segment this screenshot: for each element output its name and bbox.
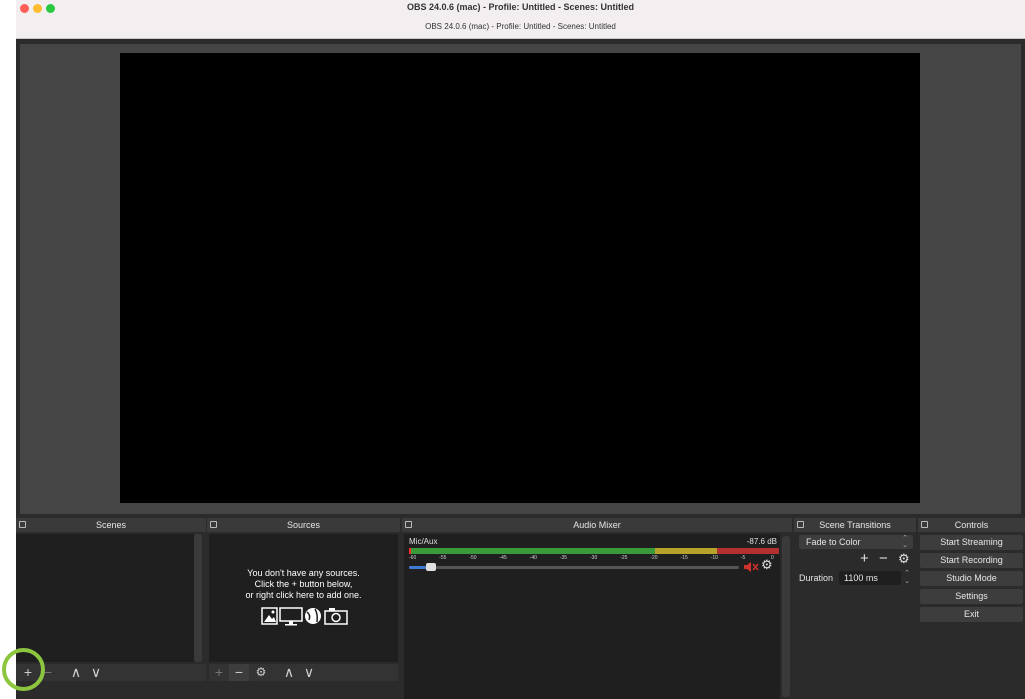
sources-empty-message: You don't have any sources. Click the + … — [209, 568, 398, 601]
meter-red-zone — [717, 548, 779, 554]
scene-transitions-dock: Scene Transitions Fade to Color ⌃ ⌄ + − ⚙… — [794, 518, 916, 699]
sources-empty-line-1: You don't have any sources. — [247, 568, 360, 578]
window-subtitle: OBS 24.0.6 (mac) - Profile: Untitled - S… — [425, 22, 616, 31]
move-source-down-button[interactable]: ∨ — [299, 664, 319, 681]
preview-area — [20, 44, 1021, 514]
scenes-dock-title: Scenes — [95, 520, 127, 530]
sources-dock-title: Sources — [286, 520, 321, 530]
controls-dock: Controls Start Streaming Start Recording… — [918, 518, 1025, 699]
audio-mixer-dock: Audio Mixer Mic/Aux -87.6 dB -60 -55 -50 -4… — [402, 518, 792, 699]
audio-mixer-panel: Mic/Aux -87.6 dB -60 -55 -50 -45 -40 -35 -30 -2… — [404, 534, 780, 699]
scene-transitions-header: Scene Transitions — [794, 518, 916, 532]
mixer-volume-slider[interactable] — [409, 563, 739, 571]
meter-tick-label: -50 — [469, 555, 477, 561]
meter-tick-label: -60 — [409, 555, 417, 561]
sources-dock: Sources You don't have any sources. Clic… — [207, 518, 400, 699]
sources-empty-line-2: Click the + button below, — [254, 579, 353, 589]
exit-button[interactable]: Exit — [920, 607, 1023, 622]
scenes-list[interactable] — [16, 534, 194, 662]
duration-input[interactable]: 1100 ms — [839, 571, 901, 585]
mixer-channel-level: -87.6 dB — [746, 537, 777, 546]
dock-float-icon[interactable] — [797, 521, 804, 528]
mixer-volume-meter — [409, 548, 779, 554]
volume-slider-handle[interactable] — [425, 563, 436, 571]
browser-source-icon — [305, 608, 321, 624]
move-source-up-button[interactable]: ∧ — [279, 664, 299, 681]
preview-canvas[interactable] — [120, 53, 920, 503]
dock-float-icon[interactable] — [921, 521, 928, 528]
remove-transition-button[interactable]: − — [879, 551, 893, 566]
studio-mode-button[interactable]: Studio Mode — [920, 571, 1023, 586]
source-properties-gear-icon[interactable]: ⚙ — [251, 664, 271, 681]
window-title: OBS 24.0.6 (mac) - Profile: Untitled - S… — [406, 2, 635, 12]
display-capture-icon — [279, 607, 303, 626]
meter-tick-label: -30 — [590, 555, 598, 561]
mute-speaker-icon[interactable] — [743, 560, 759, 572]
transition-select[interactable]: Fade to Color ⌃ ⌄ — [799, 535, 913, 549]
sources-empty-line-3: or right click here to add one. — [245, 590, 362, 600]
scene-transitions-title: Scene Transitions — [819, 520, 891, 530]
audio-mixer-title: Audio Mixer — [573, 520, 621, 530]
sources-list[interactable]: You don't have any sources. Click the + … — [209, 534, 398, 662]
meter-tick-label: -45 — [499, 555, 507, 561]
obs-main-window: Scenes + − ∧ ∨ Sources You don't have an… — [16, 39, 1025, 699]
highlight-circle — [2, 648, 45, 691]
meter-tick-label: -25 — [620, 555, 628, 561]
remove-source-button[interactable]: − — [229, 664, 249, 681]
meter-green-zone — [409, 548, 655, 554]
transition-properties-gear-icon[interactable]: ⚙ — [898, 552, 912, 566]
move-scene-down-button[interactable]: ∨ — [86, 664, 106, 681]
image-source-icon — [261, 607, 278, 625]
meter-peak — [409, 548, 411, 554]
dock-float-icon[interactable] — [210, 521, 217, 528]
duration-value: 1100 ms — [844, 573, 878, 583]
volume-slider-fill — [409, 566, 426, 569]
video-capture-icon — [324, 608, 348, 625]
transition-selected-value: Fade to Color — [806, 537, 861, 547]
meter-yellow-zone — [655, 548, 717, 554]
source-type-icons — [261, 606, 351, 626]
dock-float-icon[interactable] — [19, 521, 26, 528]
sources-toolbar: + − ⚙ ∧ ∨ — [209, 664, 398, 681]
mixer-meter-ticks: -60 -55 -50 -45 -40 -35 -30 -25 -20 -15 -10 -5 0 — [409, 555, 779, 563]
sources-dock-header: Sources — [207, 518, 400, 532]
audio-mixer-header: Audio Mixer — [402, 518, 792, 532]
duration-stepper-icon[interactable]: ⌃ ⌄ — [902, 570, 912, 586]
start-streaming-button[interactable]: Start Streaming — [920, 535, 1023, 550]
start-recording-button[interactable]: Start Recording — [920, 553, 1023, 568]
duration-label: Duration — [799, 573, 834, 583]
dock-float-icon[interactable] — [405, 521, 412, 528]
meter-tick-label: -40 — [529, 555, 537, 561]
scenes-scrollbar[interactable] — [194, 534, 202, 662]
meter-tick-label: -55 — [439, 555, 447, 561]
meter-tick-label: -15 — [680, 555, 688, 561]
mixer-settings-gear-icon[interactable]: ⚙ — [761, 558, 775, 572]
meter-tick-label: -20 — [650, 555, 658, 561]
meter-tick-label: -10 — [710, 555, 718, 561]
add-transition-button[interactable]: + — [860, 551, 874, 566]
mixer-channel-name: Mic/Aux — [409, 537, 438, 546]
meter-tick-label: -35 — [559, 555, 568, 561]
settings-button[interactable]: Settings — [920, 589, 1023, 604]
scenes-dock-header: Scenes — [16, 518, 206, 532]
controls-title: Controls — [954, 520, 989, 530]
add-source-button[interactable]: + — [209, 664, 229, 681]
title-bar: OBS 24.0.6 (mac) - Profile: Untitled - S… — [16, 0, 1025, 39]
move-scene-up-button[interactable]: ∧ — [66, 664, 86, 681]
mixer-scrollbar[interactable] — [782, 536, 790, 697]
controls-header: Controls — [918, 518, 1025, 532]
select-arrows-icon: ⌃ ⌄ — [902, 535, 908, 549]
